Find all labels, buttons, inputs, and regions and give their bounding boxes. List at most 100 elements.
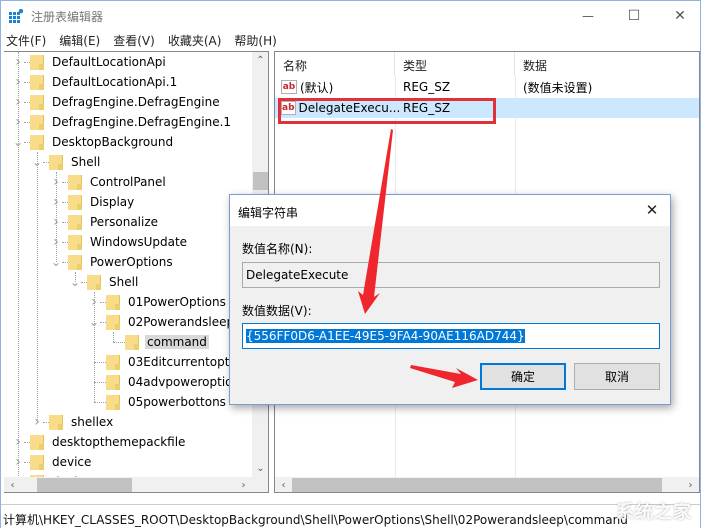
folder-icon bbox=[68, 214, 82, 230]
tree-item-label: desktopthemepackfile bbox=[52, 435, 186, 449]
menu-view[interactable]: 查看(V) bbox=[108, 31, 155, 51]
tree-connector-line bbox=[43, 422, 49, 423]
tree-item-label: shellex bbox=[71, 415, 114, 429]
tree-connector-line bbox=[43, 162, 49, 163]
tree-item[interactable]: 04advpoweroption bbox=[88, 372, 242, 392]
folder-icon bbox=[30, 434, 44, 450]
column-header-data[interactable]: 数据 bbox=[515, 52, 699, 76]
tree-item[interactable]: ⌄ DesktopBackground bbox=[12, 132, 175, 152]
tree-item[interactable]: ⌄ PowerOptions bbox=[50, 252, 175, 272]
tree-hscroll-thumb[interactable] bbox=[37, 478, 132, 492]
minimize-button[interactable]: — bbox=[565, 1, 611, 31]
scroll-left-icon[interactable]: ‹ bbox=[4, 477, 21, 492]
registry-app-icon bbox=[9, 9, 23, 23]
folder-icon bbox=[68, 254, 82, 270]
list-hscroll-thumb[interactable] bbox=[292, 478, 662, 492]
scrollbar-corner bbox=[252, 477, 268, 492]
tree-item[interactable]: › DefragEngine.DefragEngine.1 bbox=[12, 112, 233, 132]
tree-item-label: DefragEngine.DefragEngine bbox=[52, 95, 220, 109]
minimize-icon: — bbox=[582, 9, 594, 23]
tree-item[interactable]: 03Editcurrentoptic bbox=[88, 352, 241, 372]
tree-item[interactable]: › DefaultLocationApi bbox=[12, 52, 168, 72]
tree-item[interactable]: › DefragEngine.DefragEngine bbox=[12, 92, 222, 112]
tree-item[interactable]: › desktopthemepackfile bbox=[12, 432, 187, 452]
value-name-label: 数值名称(N): bbox=[242, 242, 313, 256]
annotation-highlight-box bbox=[278, 98, 496, 124]
tree-item-label: DesktopBackground bbox=[52, 135, 174, 149]
dialog-title-bar: 编辑字符串 ✕ bbox=[230, 195, 670, 226]
menu-help[interactable]: 帮助(H) bbox=[229, 31, 276, 51]
scroll-down-icon[interactable]: ⌄ bbox=[252, 460, 268, 477]
tree-connector-line bbox=[113, 332, 114, 342]
scroll-right-icon[interactable]: › bbox=[682, 477, 699, 492]
ok-button[interactable]: 确定 bbox=[480, 363, 566, 390]
scroll-right-icon[interactable]: › bbox=[235, 477, 252, 492]
dialog-title: 编辑字符串 bbox=[238, 206, 299, 220]
tree-connector-line bbox=[81, 282, 87, 283]
tree-connector-line bbox=[24, 462, 30, 463]
tree-connector-line bbox=[24, 142, 30, 143]
folder-icon bbox=[106, 314, 120, 330]
tree-connector-line bbox=[94, 292, 95, 402]
tree-item[interactable]: › DefaultLocationApi.1 bbox=[12, 72, 179, 92]
watermark: 系统之家 bbox=[616, 502, 692, 523]
tree-item[interactable]: ⌄ Shell bbox=[69, 272, 140, 292]
tree-connector-line bbox=[62, 222, 68, 223]
tree-item[interactable]: 05powerbottons bbox=[88, 392, 228, 412]
column-header-type[interactable]: 类型 bbox=[395, 52, 515, 76]
menu-file[interactable]: 文件(F) bbox=[1, 31, 46, 51]
tree-item-label: WindowsUpdate bbox=[90, 235, 188, 249]
tree-item[interactable]: › WindowsUpdate bbox=[50, 232, 189, 252]
edit-string-dialog: 编辑字符串 ✕ 数值名称(N): DelegateExecute 数值数据(V)… bbox=[229, 194, 671, 405]
value-name-field[interactable]: DelegateExecute bbox=[242, 262, 660, 288]
scroll-up-icon[interactable]: ⌃ bbox=[252, 52, 268, 69]
folder-icon bbox=[49, 414, 63, 430]
value-type: REG_SZ bbox=[403, 80, 451, 94]
close-icon: ✕ bbox=[674, 8, 686, 24]
tree-item-label: PowerOptions bbox=[90, 255, 173, 269]
close-button[interactable]: ✕ bbox=[657, 1, 701, 31]
value-data: (数值未设置) bbox=[523, 80, 593, 95]
maximize-button[interactable]: ☐ bbox=[611, 1, 657, 31]
tree-item-label: Shell bbox=[109, 275, 139, 289]
tree-connector-line bbox=[24, 122, 30, 123]
dialog-close-button[interactable]: ✕ bbox=[642, 200, 662, 220]
tree-item-label: ControlPanel bbox=[90, 175, 166, 189]
column-header-name[interactable]: 名称 bbox=[275, 52, 395, 76]
value-data-field[interactable]: {556FF0D6-A1EE-49E5-9FA4-90AE116AD744} bbox=[242, 323, 660, 349]
folder-icon bbox=[30, 54, 44, 70]
tree-item-label: command bbox=[145, 335, 209, 349]
folder-icon bbox=[30, 454, 44, 470]
tree-horizontal-scrollbar[interactable]: ‹ › bbox=[4, 477, 252, 492]
status-bar: 计算机\HKEY_CLASSES_ROOT\DesktopBackground\… bbox=[1, 502, 700, 528]
tree-connector-line bbox=[56, 172, 57, 262]
tree-item[interactable]: ⌄ 02Powerandsleep bbox=[88, 312, 236, 332]
tree-item-label: Shell bbox=[71, 155, 101, 169]
tree-connector-line bbox=[24, 102, 30, 103]
tree-connector-line bbox=[18, 52, 19, 492]
tree-vscroll-thumb[interactable] bbox=[253, 172, 268, 190]
folder-icon bbox=[68, 194, 82, 210]
menu-favorites[interactable]: 收藏夹(A) bbox=[163, 31, 222, 51]
folder-icon bbox=[30, 94, 44, 110]
value-data-label: 数值数据(V): bbox=[242, 304, 312, 318]
scroll-left-icon[interactable]: ‹ bbox=[275, 477, 292, 492]
registry-path: 计算机\HKEY_CLASSES_ROOT\DesktopBackground\… bbox=[3, 513, 628, 527]
folder-icon bbox=[68, 174, 82, 190]
cancel-button[interactable]: 取消 bbox=[574, 363, 660, 390]
list-row-default[interactable]: ab (默认) REG_SZ (数值未设置) bbox=[275, 77, 699, 97]
tree-connector-line bbox=[62, 182, 68, 183]
registry-editor-window: 注册表编辑器 — ☐ ✕ 文件(F) 编辑(E) 查看(V) 收藏夹(A) 帮助… bbox=[0, 0, 701, 528]
folder-icon bbox=[106, 354, 120, 370]
tree-connector-line bbox=[24, 62, 30, 63]
tree-item[interactable]: ⌄ Shell bbox=[31, 152, 102, 172]
string-value-icon: ab bbox=[281, 80, 297, 94]
menu-bar: 文件(F) 编辑(E) 查看(V) 收藏夹(A) 帮助(H) bbox=[1, 31, 700, 51]
list-horizontal-scrollbar[interactable]: ‹ › bbox=[275, 477, 699, 492]
tree-item-label: DefaultLocationApi bbox=[52, 55, 166, 69]
tree-item[interactable]: › 01PowerOptions bbox=[88, 292, 228, 312]
folder-icon bbox=[30, 114, 44, 130]
menu-edit[interactable]: 编辑(E) bbox=[54, 31, 100, 51]
tree-item-label: 04advpoweroption bbox=[128, 375, 241, 389]
tree-connector-line bbox=[24, 442, 30, 443]
